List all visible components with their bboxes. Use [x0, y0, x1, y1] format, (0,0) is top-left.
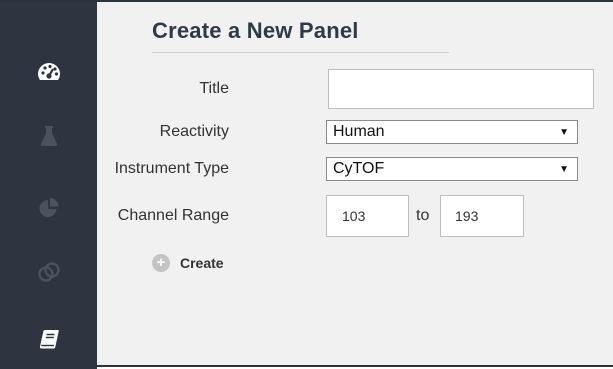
instrument-type-selected-value: CyTOF: [333, 160, 385, 177]
instrument-type-select[interactable]: CyTOF ▼: [326, 157, 578, 181]
chevron-down-icon: ▼: [559, 163, 569, 175]
sidebar-item-analysis[interactable]: [0, 180, 97, 236]
reactivity-label: Reactivity: [159, 123, 229, 140]
sidebar-item-reagents[interactable]: [0, 312, 97, 368]
flask-icon: [40, 125, 58, 147]
sidebar-item-dashboard[interactable]: [0, 44, 97, 100]
channel-range-row: Channel Range 103 to 193: [97, 195, 613, 237]
reactivity-selected-value: Human: [333, 123, 385, 140]
instrument-type-row: Instrument Type CyTOF ▼: [97, 157, 613, 181]
channel-range-to-input[interactable]: 193: [440, 195, 524, 237]
title-input[interactable]: [328, 69, 594, 109]
reactivity-select[interactable]: Human ▼: [326, 120, 578, 144]
title-divider: [152, 52, 449, 53]
reactivity-row: Reactivity Human ▼: [97, 120, 613, 144]
channel-range-from-input[interactable]: 103: [326, 195, 409, 237]
title-row: Title: [97, 69, 613, 109]
title-label: Title: [199, 80, 229, 97]
main-content: Create a New Panel Title Reactivity Huma…: [97, 2, 613, 365]
create-label: Create: [180, 255, 224, 271]
instrument-type-label: Instrument Type: [114, 160, 229, 177]
page-title: Create a New Panel: [152, 18, 359, 43]
plus-circle-icon: +: [152, 254, 170, 272]
pie-chart-icon: [38, 197, 60, 219]
book-icon: [38, 329, 60, 351]
sidebar: [0, 2, 97, 369]
channel-range-label: Channel Range: [117, 207, 229, 224]
rings-icon: [36, 259, 62, 285]
dashboard-icon: [36, 61, 62, 83]
app-frame: Create a New Panel Title Reactivity Huma…: [0, 0, 613, 369]
sidebar-item-panels[interactable]: [0, 244, 97, 300]
create-button[interactable]: + Create: [152, 252, 224, 274]
sidebar-item-experiments[interactable]: [0, 108, 97, 164]
channel-range-to-label: to: [416, 207, 430, 224]
chevron-down-icon: ▼: [559, 126, 569, 138]
